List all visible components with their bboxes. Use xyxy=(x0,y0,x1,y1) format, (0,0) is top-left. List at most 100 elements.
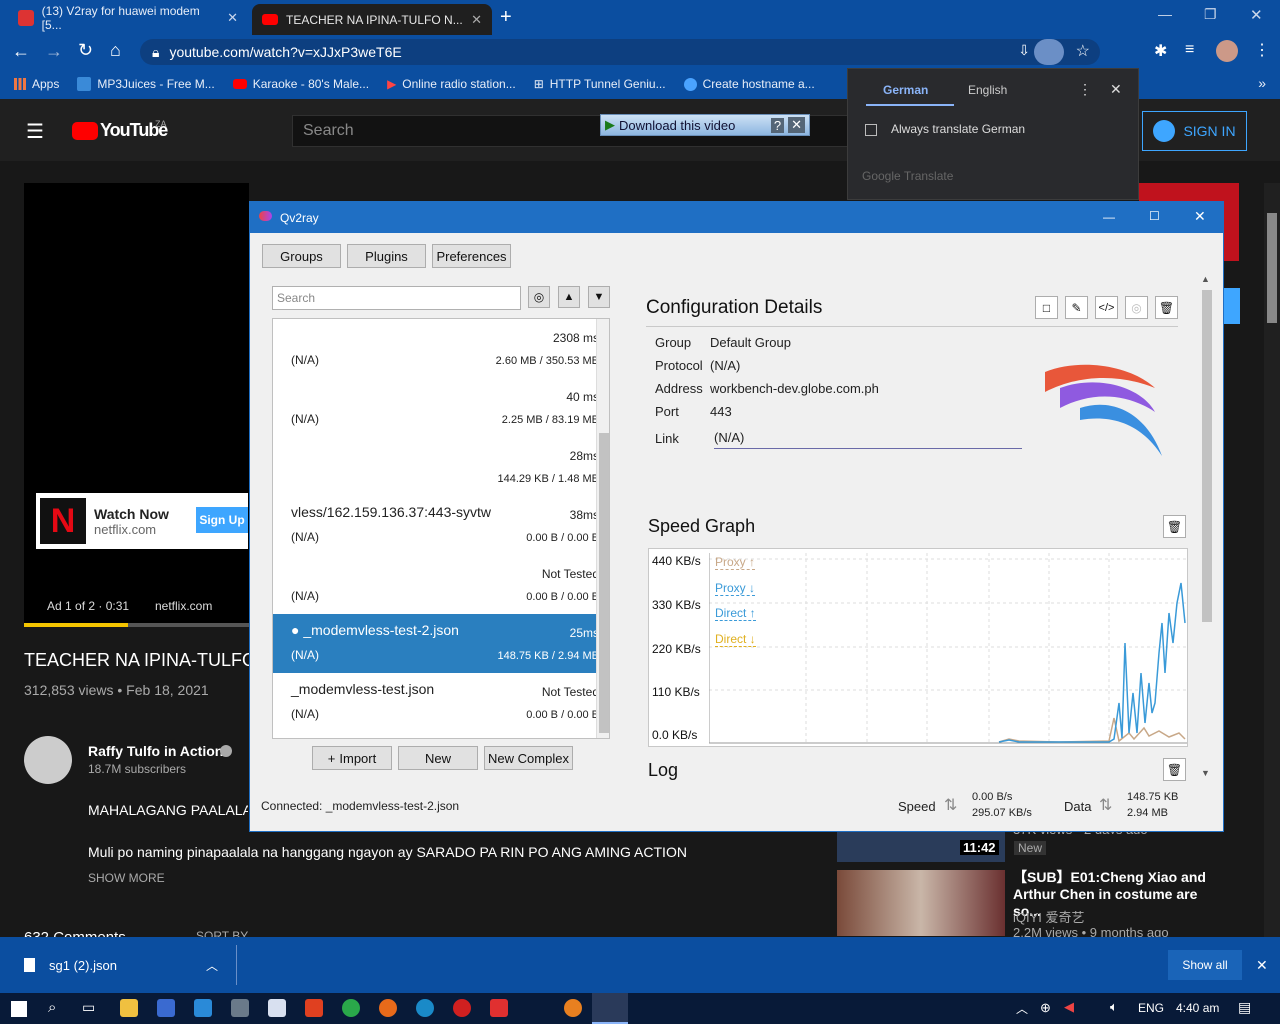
close-icon[interactable]: ✕ xyxy=(1110,81,1122,98)
groups-button[interactable]: Groups xyxy=(262,244,341,268)
chrome-icon[interactable] xyxy=(342,999,360,1017)
scrollbar-thumb[interactable] xyxy=(1267,213,1277,323)
show-more-link[interactable]: SHOW MORE xyxy=(88,871,165,885)
close-window-icon[interactable]: ✕ xyxy=(1194,208,1206,225)
bookmark-http-tunnel[interactable]: ⊞ HTTP Tunnel Geniu... xyxy=(534,77,666,91)
new-tab-icon[interactable]: + xyxy=(500,6,512,29)
home-icon[interactable]: ⌂ xyxy=(110,40,121,61)
page-scrollbar[interactable] xyxy=(1264,183,1280,937)
bookmark-mp3juices[interactable]: MP3Juices - Free M... xyxy=(77,77,215,91)
mail-icon[interactable] xyxy=(194,999,212,1017)
sign-in-button[interactable]: SIGN IN xyxy=(1142,111,1247,151)
connection-row[interactable]: 2308 ms (N/A) 2.60 MB / 350.53 MB xyxy=(273,319,609,378)
reload-icon[interactable]: ↻ xyxy=(78,40,93,61)
channel-name[interactable]: iQIYI 爱奇艺 xyxy=(1013,907,1085,926)
address-bar[interactable]: 🔒︎ youtube.com/watch?v=xJJxP3weT6E ⇩ ☆ xyxy=(140,39,1100,65)
brave-icon[interactable] xyxy=(305,999,323,1017)
channel-name[interactable]: Raffy Tulfo in Action xyxy=(88,743,223,759)
clear-graph-icon[interactable]: 🗑︎ xyxy=(1163,515,1186,538)
install-icon[interactable]: ⇩ xyxy=(1018,42,1030,59)
video-player[interactable] xyxy=(24,183,249,627)
ad-overlay[interactable]: N Watch Now netflix.com Sign Up xyxy=(36,493,248,549)
tab-english[interactable]: English xyxy=(968,83,1007,97)
connection-row[interactable]: vless/162.159.136.37:443-syvtw 38ms (N/A) 0… xyxy=(273,496,609,555)
back-icon[interactable]: ← xyxy=(12,41,30,62)
stop-icon[interactable]: □ xyxy=(1035,296,1058,319)
media-icon[interactable]: ≡ xyxy=(1185,41,1194,59)
ad-signup-button[interactable]: Sign Up xyxy=(196,507,248,533)
more-bookmarks-icon[interactable]: » xyxy=(1258,75,1266,91)
close-tab-icon[interactable]: ✕ xyxy=(227,10,238,26)
video-thumbnail[interactable] xyxy=(837,870,1005,936)
connection-search-input[interactable]: Search xyxy=(272,286,521,310)
clock[interactable]: 4:40 am xyxy=(1176,1001,1219,1015)
details-scrollbar[interactable]: ▲ ▼ xyxy=(1200,274,1214,779)
close-shelf-icon[interactable]: ✕ xyxy=(1256,957,1268,974)
app-icon[interactable] xyxy=(564,999,582,1017)
json-edit-icon[interactable]: </> xyxy=(1095,296,1118,319)
ad-progress-bar[interactable] xyxy=(24,623,249,627)
delete-icon[interactable]: 🗑︎ xyxy=(1155,296,1178,319)
youtube-logo-icon[interactable] xyxy=(72,122,98,140)
bookmark-star-icon[interactable]: ☆ xyxy=(1076,41,1090,61)
maximize-icon[interactable]: ☐ xyxy=(1149,209,1160,223)
sort-by-button[interactable]: SORT BY xyxy=(196,929,248,937)
preferences-button[interactable]: Preferences xyxy=(432,244,511,268)
share-icon[interactable]: ◎ xyxy=(1125,296,1148,319)
close-tab-icon[interactable]: ✕ xyxy=(471,12,482,28)
store-icon[interactable] xyxy=(157,999,175,1017)
close-icon[interactable]: ✕ xyxy=(788,117,805,133)
move-up-icon[interactable]: ▲ xyxy=(558,286,580,308)
speaker-icon[interactable]: ◀ xyxy=(1064,999,1074,1015)
bookmark-radio[interactable]: ▶ Online radio station... xyxy=(387,77,516,91)
language-indicator[interactable]: ENG xyxy=(1138,1001,1164,1015)
file-explorer-icon[interactable] xyxy=(120,999,138,1017)
volume-icon[interactable]: 🔈︎ xyxy=(1110,999,1118,1015)
network-icon[interactable]: ⊕ xyxy=(1040,1000,1051,1016)
move-down-icon[interactable]: ▼ xyxy=(588,286,610,308)
forward-icon[interactable]: → xyxy=(45,41,63,62)
connection-row-selected[interactable]: ● _modemvless-test-2.json 25ms (N/A) 148.75… xyxy=(273,614,609,673)
show-all-button[interactable]: Show all xyxy=(1168,950,1242,980)
scrollbar-thumb[interactable] xyxy=(599,433,609,733)
profile-avatar[interactable] xyxy=(1216,40,1238,62)
restore-icon[interactable]: ❐ xyxy=(1204,6,1217,23)
always-translate-checkbox[interactable] xyxy=(865,124,877,136)
import-button[interactable]: + Import xyxy=(312,746,392,770)
help-icon[interactable]: ? xyxy=(770,117,785,133)
task-view-icon[interactable]: ▭ xyxy=(82,999,95,1016)
search-icon[interactable]: ⌕ xyxy=(48,999,56,1016)
connection-list[interactable]: 2308 ms (N/A) 2.60 MB / 350.53 MB 40 ms (N/… xyxy=(272,318,610,739)
chevron-up-icon[interactable]: ︿ xyxy=(206,957,218,974)
minimize-icon[interactable]: — xyxy=(1158,6,1172,22)
connection-row[interactable]: _modemvless-test.json Not Tested (N/A) 0.00… xyxy=(273,673,609,732)
scrollbar-thumb[interactable] xyxy=(1202,290,1212,622)
channel-avatar[interactable] xyxy=(24,736,72,784)
ad-link[interactable]: netflix.com xyxy=(155,599,212,613)
link-value[interactable]: (N/A) xyxy=(714,430,1022,449)
locate-icon[interactable]: ◎ xyxy=(528,286,550,308)
extensions-icon[interactable]: ✱ xyxy=(1154,41,1167,61)
notepad-icon[interactable] xyxy=(268,999,286,1017)
start-icon[interactable] xyxy=(11,1001,27,1017)
scroll-down-icon[interactable]: ▼ xyxy=(1201,768,1210,778)
new-button[interactable]: New xyxy=(398,746,478,770)
app-icon[interactable] xyxy=(231,999,249,1017)
connection-row[interactable]: 28ms 144.29 KB / 1.48 MB xyxy=(273,437,609,496)
bookmark-hostname[interactable]: Create hostname a... xyxy=(683,77,815,91)
connection-row[interactable]: Not Tested (N/A) 0.00 B / 0.00 B xyxy=(273,555,609,614)
tab-german[interactable]: German xyxy=(883,83,928,97)
tray-overflow-icon[interactable]: ︿ xyxy=(1016,1000,1028,1017)
notifications-icon[interactable]: ▤ xyxy=(1238,999,1251,1016)
bookmark-apps[interactable]: Apps xyxy=(14,77,59,91)
clear-log-icon[interactable]: 🗑︎ xyxy=(1163,758,1186,781)
translate-icon[interactable] xyxy=(1034,39,1064,65)
new-complex-button[interactable]: New Complex xyxy=(484,746,573,770)
edit-icon[interactable]: ✎ xyxy=(1065,296,1088,319)
vivaldi-icon[interactable] xyxy=(490,999,508,1017)
list-scrollbar[interactable] xyxy=(596,319,609,738)
minimize-icon[interactable]: — xyxy=(1103,210,1115,224)
close-window-icon[interactable]: ✕ xyxy=(1250,6,1263,24)
firefox-icon[interactable] xyxy=(379,999,397,1017)
menu-icon[interactable]: ⋮ xyxy=(1254,40,1270,60)
